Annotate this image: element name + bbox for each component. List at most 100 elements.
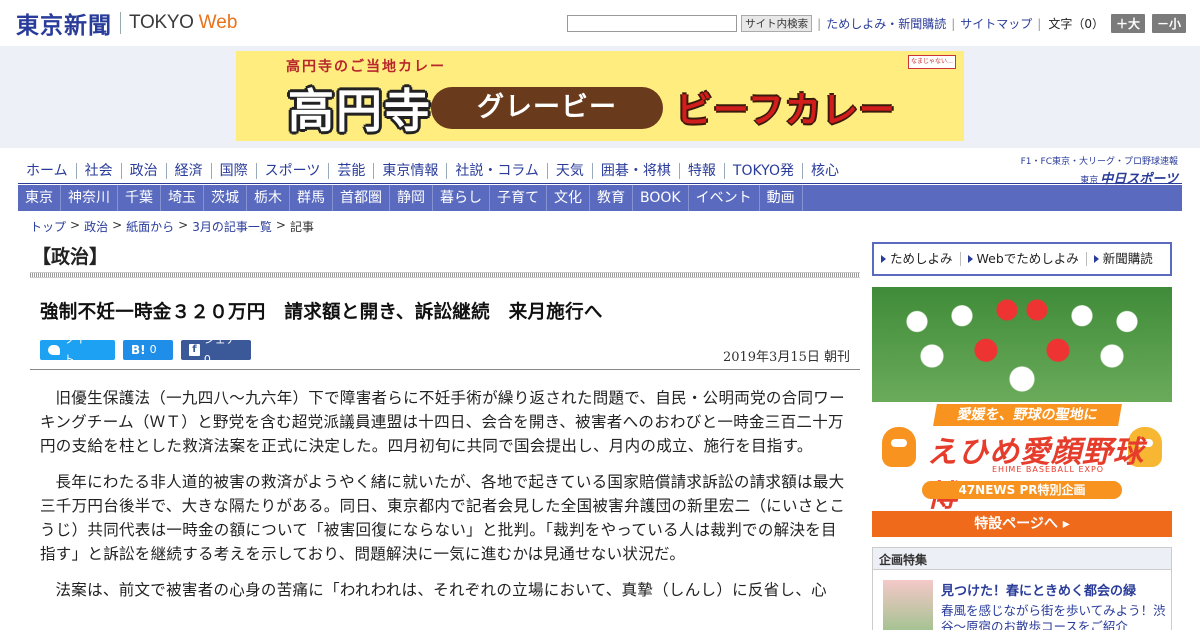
web-trial-label: Webでためしよみ [976,251,1079,266]
site-header: 東京新聞 TOKYO Web サイト内検索 | ためしよみ・新聞購読 | サイト… [0,0,1200,46]
trial-label: ためしよみ [890,251,953,266]
arrow-right-icon [881,255,886,263]
nav-entertainment[interactable]: 芸能 [328,163,373,179]
feature-title-link[interactable]: 見つけた！春にときめく都会の緑 [941,580,1136,599]
font-smaller-button[interactable]: －小 [1151,14,1186,33]
section-title: 【政治】 [32,246,109,268]
article-paragraph: 長年にわたる非人道的被害の救済がようやく緒に就いたが、各地で起きている国家賠償請… [40,473,846,563]
facebook-share-label: シェア 0 [203,333,237,366]
nav-living[interactable]: 暮らし [433,185,490,211]
subscription-links: ためしよみ Webでためしよみ 新聞購読 [872,242,1172,276]
hatena-bookmark-button[interactable]: B! 0 [123,340,173,360]
nav-book[interactable]: BOOK [633,185,689,211]
feature-description: 春風を感じながら街を歩いてみよう！渋谷～原宿のお散歩コースをご紹介 [941,603,1166,630]
curry-ad-banner[interactable]: 高円寺のご当地カレー 高円寺 グレービー ビーフカレー なまじゃない… [236,51,964,141]
logo-divider [120,12,121,34]
nav-international[interactable]: 国際 [210,163,256,179]
breadcrumb-print[interactable]: 紙面から [126,218,174,235]
nav-event[interactable]: イベント [689,185,760,211]
breadcrumb-month-list[interactable]: 3月の記事一覧 [192,218,272,235]
trial-subscribe-link[interactable]: ためしよみ・新聞購読 [826,15,946,32]
site-logo[interactable]: 東京新聞 TOKYO Web [16,9,238,39]
logo-web: Web [198,12,238,33]
region-ibaraki[interactable]: 茨城 [204,185,247,211]
twitter-icon [48,345,60,355]
flower-field-image [872,287,1172,402]
region-shutoken[interactable]: 首都圏 [333,185,390,211]
region-tokyo[interactable]: 東京 [18,185,61,211]
banner-area: 高円寺のご当地カレー 高円寺 グレービー ビーフカレー なまじゃない… [0,46,1200,148]
separator: | [951,16,956,31]
breadcrumb-sep: > [112,218,123,232]
ad-tagline: 高円寺のご当地カレー [286,59,446,75]
nav-culture[interactable]: 文化 [547,185,590,211]
nav-editorial[interactable]: 社説・コラム [446,163,547,179]
sitemap-link[interactable]: サイトマップ [960,15,1032,32]
tweet-label: ツイート [63,333,97,366]
ad-pill: グレービー [431,87,663,129]
nav-sports[interactable]: スポーツ [255,163,329,179]
nav-weather[interactable]: 天気 [546,163,592,179]
hatena-count: 0 [149,343,157,356]
arrow-right-icon [1093,255,1099,263]
region-shizuoka[interactable]: 静岡 [390,185,433,211]
web-trial-link[interactable]: Webでためしよみ [961,252,1087,266]
subscribe-label: 新聞購読 [1102,251,1153,266]
header-tools: サイト内検索 | ためしよみ・新聞購読 | サイトマップ | 文字（0） ＋大 … [567,14,1186,33]
trial-link[interactable]: ためしよみ [874,252,961,266]
facebook-icon: f [189,344,200,356]
nav-tokuho[interactable]: 特報 [678,163,724,179]
nav-home[interactable]: ホーム [18,163,76,179]
breadcrumb-current: 記事 [289,220,314,234]
region-nav: 東京 神奈川 千葉 埼玉 茨城 栃木 群馬 首都圏 静岡 暮らし 子育て 文化 … [18,185,1182,211]
article-paragraph: 旧優生保護法（一九四八～九六年）下で障害者らに不妊手術が繰り返された問題で、自民… [40,389,845,455]
nav-kakushin[interactable]: 核心 [801,163,847,179]
main-nav: ホーム 社会 政治 経済 国際 スポーツ 芸能 東京情報 社説・コラム 天気 囲… [18,159,847,183]
nav-go-shogi[interactable]: 囲碁・将棋 [591,163,679,179]
article-date: 2019年3月15日 朝刊 [722,350,850,365]
hatena-icon: B! [131,343,146,357]
nav-society[interactable]: 社会 [75,163,121,179]
nav-parenting[interactable]: 子育て [490,185,547,211]
section-divider [30,272,860,278]
sidebar: ためしよみ Webでためしよみ 新聞購読 愛媛を、野球の聖地に えひめ愛顔野球博… [872,242,1172,630]
nav-divider [18,183,1182,184]
subscribe-link[interactable]: 新聞購読 [1087,252,1160,266]
breadcrumb-sep: > [70,218,81,232]
nav-economy[interactable]: 経済 [165,163,211,179]
region-saitama[interactable]: 埼玉 [161,185,204,211]
logo-jp: 東京新聞 [16,12,112,39]
separator: | [817,16,822,31]
ehime-subtitle: EHIME BASEBALL EXPO [992,465,1105,474]
arrow-right-icon [967,255,973,263]
nav-tokyo-info[interactable]: 東京情報 [373,163,446,179]
nav-video[interactable]: 動画 [760,185,803,211]
share-buttons: ツイート B! 0 f シェア 0 [40,333,251,366]
region-tochigi[interactable]: 栃木 [247,185,290,211]
nav-tokyo-hatsu[interactable]: TOKYO発 [723,163,802,179]
breadcrumb-sep: > [178,218,189,232]
nav-education[interactable]: 教育 [590,185,633,211]
font-size-label: 文字（0） [1048,17,1104,31]
breadcrumb-top[interactable]: トップ [30,218,66,235]
separator: | [1037,16,1042,31]
font-larger-button[interactable]: ＋大 [1110,14,1145,33]
article-divider [30,369,860,370]
breadcrumb-politics[interactable]: 政治 [84,218,108,235]
ehime-baseball-ad[interactable]: 愛媛を、野球の聖地に えひめ愛顔野球博 EHIME BASEBALL EXPO … [872,287,1172,537]
main-column: 【政治】 強制不妊一時金３２０万円 請求額と開き、訴訟継続 来月施行へ ツイート… [30,236,860,599]
tweet-button[interactable]: ツイート [40,333,115,366]
feature-box: 企画特集 見つけた！春にときめく都会の緑 春風を感じながら街を歩いてみよう！渋谷… [872,547,1172,630]
site-search-button[interactable]: サイト内検索 [741,15,813,32]
region-gunma[interactable]: 群馬 [290,185,333,211]
sports-subtitle: F1・FC東京・大リーグ・プロ野球速報 [1020,157,1178,167]
feature-thumbnail[interactable] [883,580,933,630]
facebook-share-button[interactable]: f シェア 0 [181,333,251,366]
nav-politics[interactable]: 政治 [120,163,166,179]
ad-badge: なまじゃない… [908,55,956,69]
region-chiba[interactable]: 千葉 [118,185,161,211]
region-kanagawa[interactable]: 神奈川 [61,185,118,211]
breadcrumb: トップ > 政治 > 紙面から > 3月の記事一覧 > 記事 [30,218,314,235]
article-headline: 強制不妊一時金３２０万円 請求額と開き、訴訟継続 来月施行へ [40,302,603,323]
search-input[interactable] [567,15,738,32]
